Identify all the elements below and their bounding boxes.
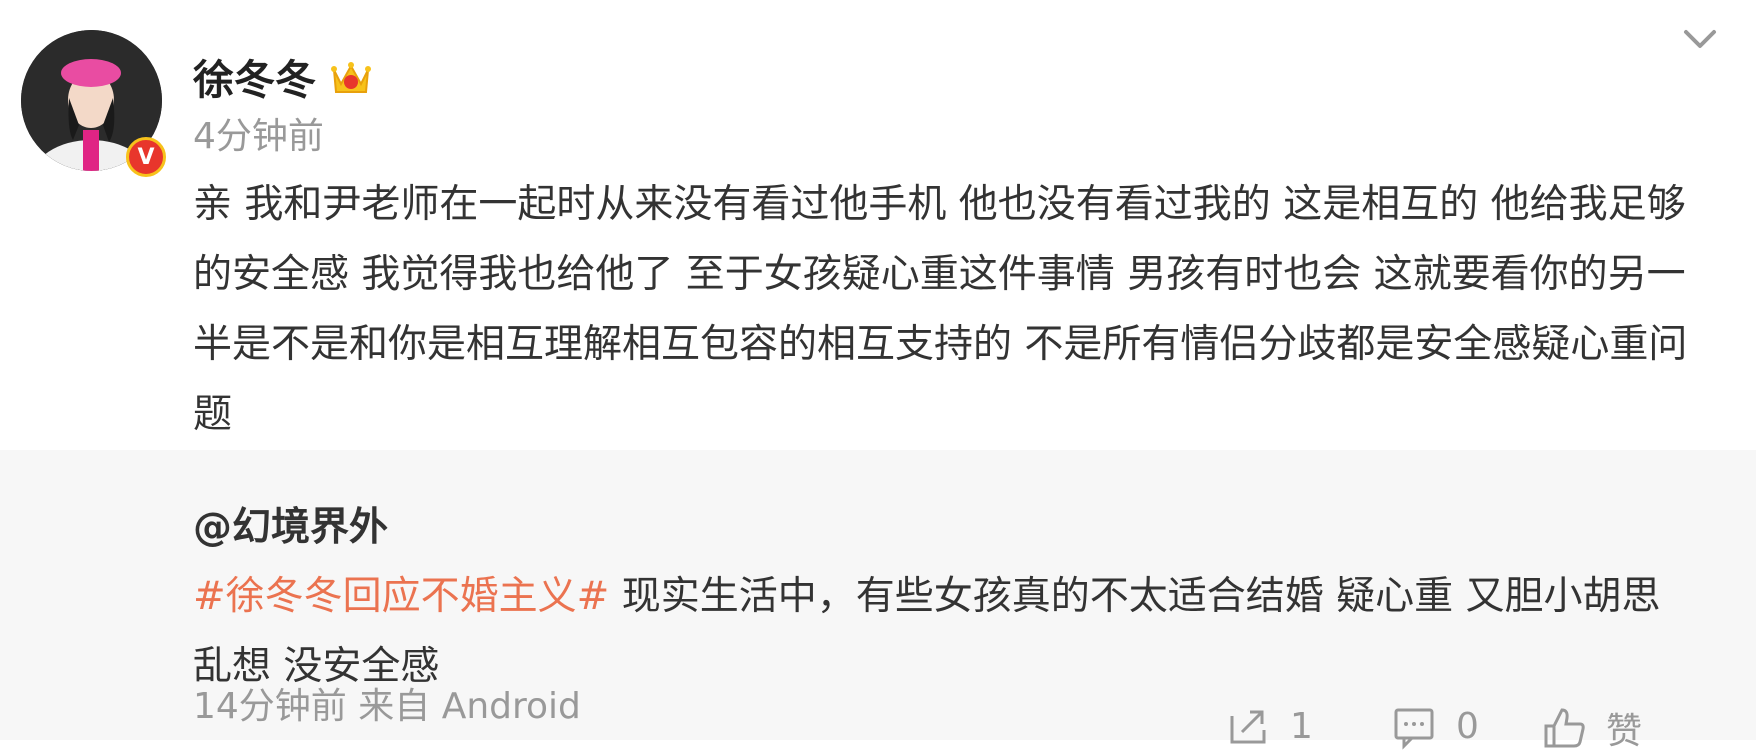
- like-label: 赞: [1606, 711, 1643, 752]
- repost-count: 1: [1290, 705, 1313, 747]
- quoted-author[interactable]: @幻境界外: [193, 496, 388, 552]
- crown-vip-icon: [331, 62, 371, 93]
- repost-icon: [1230, 710, 1266, 744]
- post-timestamp: 4分钟前: [193, 116, 324, 157]
- comment-icon: [1394, 708, 1434, 750]
- username[interactable]: 徐冬冬: [193, 56, 316, 104]
- quoted-post[interactable]: @幻境界外 #徐冬冬回应不婚主义# 现实生活中，有些女孩真的不太适合结婚 疑心重…: [0, 450, 1756, 752]
- comment-button[interactable]: 0: [1390, 702, 1479, 750]
- chevron-down-icon[interactable]: [1680, 24, 1720, 54]
- verified-badge-letter: V: [137, 144, 155, 170]
- hashtag-link[interactable]: #徐冬冬回应不婚主义#: [193, 574, 609, 619]
- like-button[interactable]: 赞: [1540, 702, 1642, 754]
- repost-button[interactable]: 1: [1224, 702, 1313, 750]
- verified-v-badge-icon: V: [126, 137, 166, 177]
- comment-count: 0: [1456, 705, 1479, 747]
- post-text: 亲 我和尹老师在一起时从来没有看过他手机 他也没有看过我的 这是相互的 他给我足…: [193, 182, 1688, 437]
- thumbs-up-icon: [1544, 708, 1585, 748]
- action-bar: 1 0 赞: [0, 702, 1756, 752]
- quoted-text: #徐冬冬回应不婚主义# 现实生活中，有些女孩真的不太适合结婚 疑心重 又胆小胡思…: [193, 562, 1693, 702]
